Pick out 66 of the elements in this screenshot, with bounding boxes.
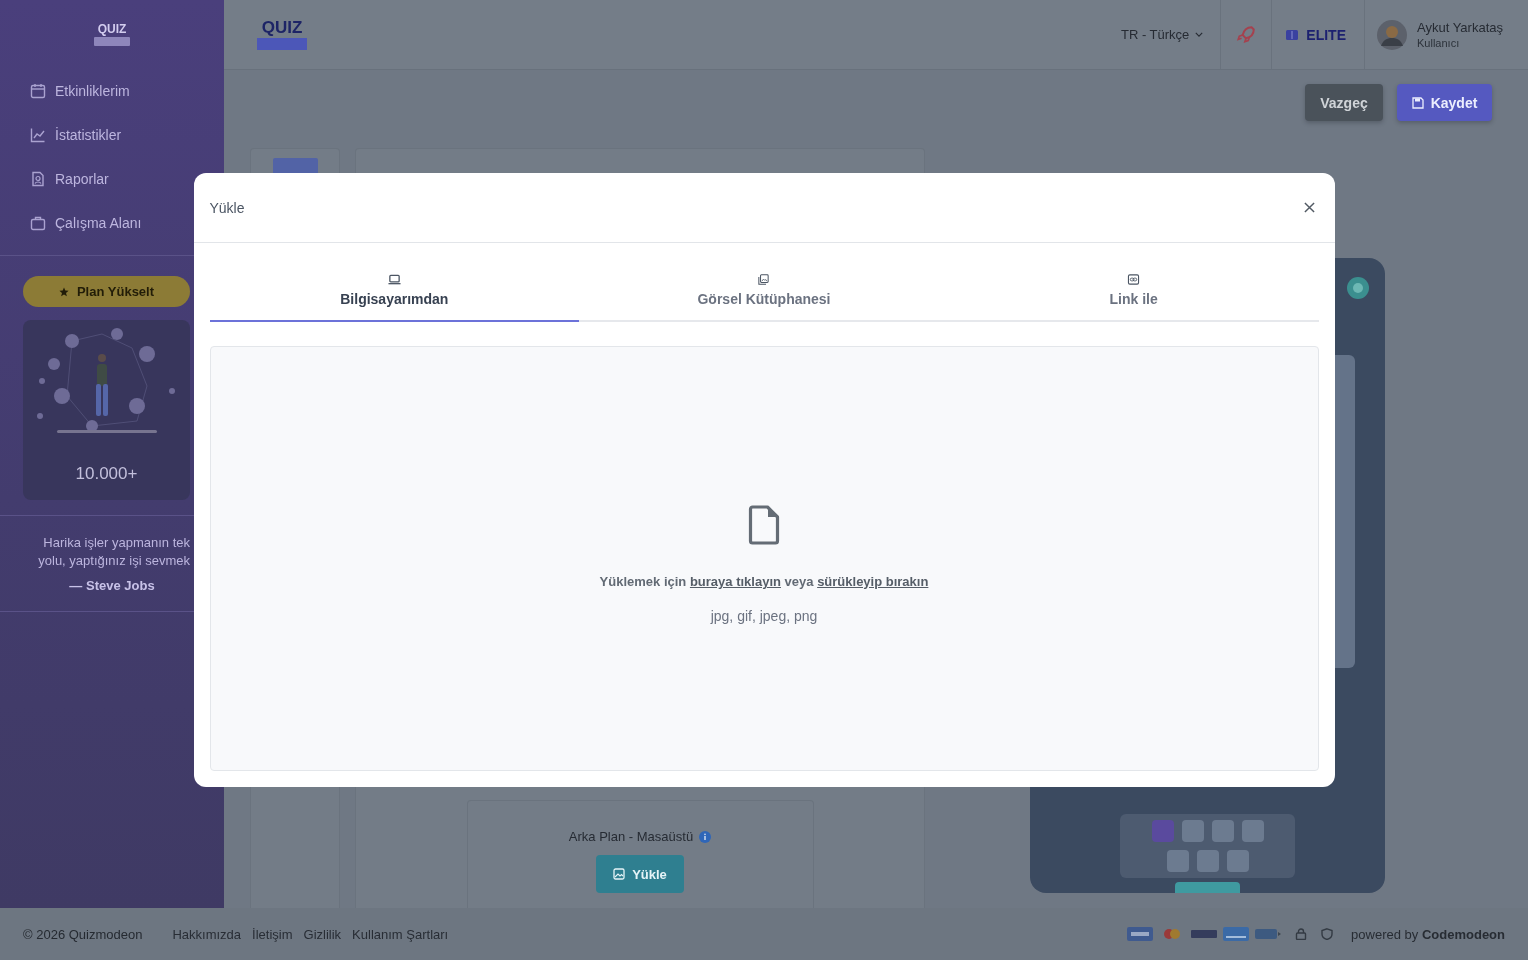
laptop-icon xyxy=(387,274,401,285)
badge-icon[interactable] xyxy=(1347,277,1369,299)
drag-drop-link[interactable]: sürükleyip bırakın xyxy=(817,574,929,589)
footer-link[interactable]: İletişim xyxy=(252,926,293,942)
powered-by-text: powered by Codemodeon xyxy=(1351,926,1505,942)
upgrade-button[interactable]: Plan Yükselt xyxy=(23,276,190,307)
preview-tag xyxy=(1175,882,1240,893)
page-thumb[interactable] xyxy=(1211,820,1234,842)
link-icon xyxy=(1127,274,1141,285)
payment-card-icon xyxy=(1191,927,1218,941)
payment-card-icon xyxy=(1255,927,1282,941)
lock-icon xyxy=(1295,928,1308,940)
page-thumb[interactable] xyxy=(1166,850,1189,872)
footer-link[interactable]: Hakkımızda xyxy=(172,926,242,942)
images-icon xyxy=(757,274,771,285)
info-icon xyxy=(699,830,712,843)
tab[interactable]: Görsel Kütüphanesi xyxy=(579,259,949,322)
cancel-button[interactable]: Vazgeç xyxy=(1305,84,1383,121)
language-select[interactable]: TR - Türkçe xyxy=(1120,0,1221,69)
avatar-icon[interactable] xyxy=(1377,19,1407,50)
nav-item[interactable]: Etkinliklerim xyxy=(0,69,136,113)
tab[interactable]: Bilgisayarımdan xyxy=(209,259,580,322)
page-thumb[interactable] xyxy=(1196,850,1219,872)
logo-bar xyxy=(94,37,130,46)
shield-icon xyxy=(1321,928,1334,940)
footer-link[interactable]: Kullanım Şartları xyxy=(352,926,449,942)
quote-author: — Steve Jobs xyxy=(69,578,155,593)
payment-card-icon xyxy=(1223,927,1250,941)
page-thumb[interactable] xyxy=(1181,820,1204,842)
user-role: Kullanıcı xyxy=(1417,37,1461,49)
close-icon xyxy=(1303,202,1315,213)
nav-item[interactable]: Çalışma Alanı xyxy=(0,201,148,245)
image-icon xyxy=(613,868,626,880)
drop-zone[interactable]: Yüklemek için buraya tıklayın veya sürükleyip bırakın jpg, gif, jpeg, png xyxy=(209,346,1319,771)
star-icon xyxy=(58,286,69,297)
logo-text: QUIZ xyxy=(97,23,127,35)
copyright-text: © 2026 Quizmodeon xyxy=(23,926,143,942)
file-formats-text: jpg, gif, jpeg, png xyxy=(710,607,818,625)
user-name: Aykut Yarkataş xyxy=(1417,20,1503,35)
page-thumb[interactable] xyxy=(1226,850,1249,872)
footer-link[interactable]: Gizlilik xyxy=(303,926,342,942)
caret-icon xyxy=(1195,32,1204,37)
plan-badge[interactable]: ELITE xyxy=(1271,0,1364,69)
nav-item[interactable]: İstatistikler xyxy=(0,113,128,157)
file-icon xyxy=(747,504,781,546)
promo-count: 10.000+ xyxy=(75,464,138,484)
briefcase-icon xyxy=(30,215,46,231)
payment-card-icon xyxy=(1127,927,1154,941)
rocket-icon[interactable] xyxy=(1236,24,1257,45)
logo-text: QUIZ xyxy=(261,19,303,36)
upload-button[interactable]: Yükle xyxy=(596,855,684,893)
upload-prompt: Yüklemek için buraya tıklayın veya sürükleyip bırakın xyxy=(599,573,929,591)
document-icon xyxy=(30,171,46,187)
save-button[interactable]: Kaydet xyxy=(1397,84,1492,121)
page-thumb[interactable] xyxy=(1241,820,1264,842)
calendar-icon xyxy=(30,83,46,99)
tab[interactable]: Link ile xyxy=(948,259,1319,322)
click-here-link[interactable]: buraya tıklayın xyxy=(689,574,781,589)
background-label: Arka Plan - Masaüstü xyxy=(568,829,694,844)
logo-bar xyxy=(257,38,307,50)
grid-icon xyxy=(1286,29,1299,40)
nav-item[interactable]: Raporlar xyxy=(0,157,115,201)
chart-icon xyxy=(30,127,46,143)
quote-text: Harika işler yapmanın tek yolu, yaptığınız işi sevmek xyxy=(37,534,190,570)
dialog-title: Yükle xyxy=(209,199,245,216)
page-thumb[interactable] xyxy=(1151,820,1174,842)
